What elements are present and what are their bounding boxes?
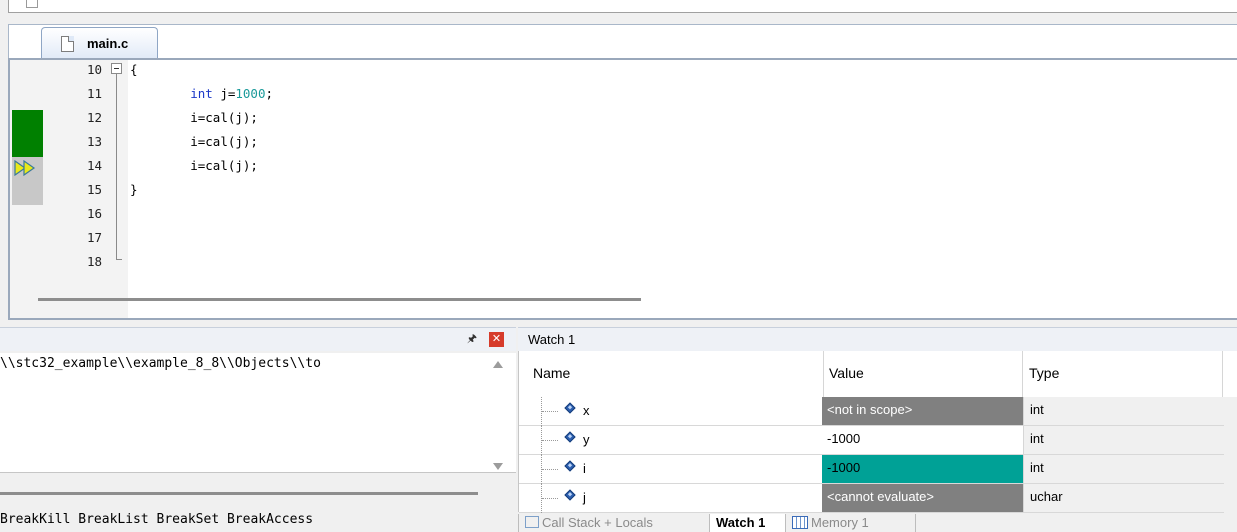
memory-icon — [792, 516, 808, 529]
tab-label: main.c — [87, 36, 129, 51]
watch-row[interactable]: y -1000 int — [519, 426, 1224, 455]
toolbar-strip-inner — [8, 0, 1237, 13]
editor-horizontal-scrollbar[interactable] — [38, 298, 641, 301]
line-number: 17 — [86, 230, 102, 245]
code-number: 1000 — [235, 86, 266, 101]
column-divider[interactable] — [1222, 351, 1223, 397]
code-line: i=cal(j); — [130, 134, 258, 149]
line-number: 13 — [86, 134, 102, 149]
checkbox-icon[interactable] — [26, 0, 38, 8]
code-editor[interactable]: 10 11 12 13 14 15 16 17 18 { int j=1000;… — [8, 58, 1237, 320]
tree-connector — [541, 426, 561, 455]
line-number: 16 — [86, 206, 102, 221]
watch-vertical-scrollbar[interactable] — [1224, 397, 1237, 512]
debug-tab-strip: Call Stack + Locals Watch 1 Memory 1 — [518, 514, 1237, 532]
command-horizontal-scrollbar[interactable] — [0, 492, 478, 495]
scroll-down-arrow-icon[interactable] — [493, 463, 503, 470]
fold-guide-end — [116, 259, 122, 260]
tab-label: Memory 1 — [811, 515, 869, 530]
line-number: 11 — [86, 86, 102, 101]
tab-watch-1[interactable]: Watch 1 — [710, 514, 786, 532]
watch-row-name: j — [583, 490, 586, 505]
watch-table: Name Value Type x <not in scope> int y -… — [518, 351, 1237, 513]
watch-row-value[interactable]: <not in scope> — [822, 397, 1023, 425]
line-number: 14 — [86, 158, 102, 173]
code-line: } — [130, 182, 138, 197]
tab-call-stack-locals[interactable]: Call Stack + Locals — [518, 514, 710, 532]
column-header-value[interactable]: Value — [829, 365, 864, 381]
line-number: 10 — [86, 62, 102, 77]
fold-collapse-icon[interactable] — [111, 63, 122, 74]
watch-row-value[interactable]: <cannot evaluate> — [822, 484, 1023, 512]
pin-icon[interactable]: 🖈 — [465, 332, 479, 346]
code-text: } — [130, 182, 138, 197]
line-number: 12 — [86, 110, 102, 125]
coverage-executed-marker — [12, 110, 43, 157]
code-line: { — [130, 62, 138, 77]
command-window-titlebar: 🖈 ✕ — [0, 327, 516, 351]
variable-icon — [564, 460, 576, 472]
watch-row[interactable]: j <cannot evaluate> uchar — [519, 484, 1224, 513]
variable-icon — [564, 431, 576, 443]
fold-guide — [116, 70, 117, 260]
watch-row-value[interactable]: -1000 — [822, 426, 1023, 454]
code-keyword: int — [190, 86, 213, 101]
close-icon[interactable]: ✕ — [489, 332, 504, 347]
column-divider[interactable] — [1022, 351, 1023, 397]
file-icon — [61, 36, 74, 52]
toolbar-strip — [0, 0, 1237, 18]
watch-row-value[interactable]: -1000 — [822, 455, 1023, 483]
command-output[interactable]: \\stc32_example\\example_8_8\\Objects\\t… — [0, 353, 516, 495]
variable-icon — [564, 402, 576, 414]
watch-row-name: y — [583, 432, 590, 447]
watch-window-titlebar: Watch 1 — [518, 327, 1237, 351]
command-output-text: \\stc32_example\\example_8_8\\Objects\\t… — [0, 356, 321, 371]
watch-row-type: int — [1023, 455, 1224, 483]
code-line: i=cal(j); — [130, 110, 258, 125]
code-text: i=cal(j); — [190, 158, 258, 173]
code-text: ; — [265, 86, 274, 101]
editor-window: main.c 10 11 12 13 14 15 16 17 18 { int … — [8, 24, 1237, 320]
command-hints: BreakKill BreakList BreakSet BreakAccess — [0, 512, 314, 527]
call-stack-icon — [525, 516, 539, 528]
watch-row[interactable]: i -1000 int — [519, 455, 1224, 484]
watch-row[interactable]: x <not in scope> int — [519, 397, 1224, 426]
code-text: j= — [212, 86, 236, 101]
current-line-arrow-icon — [14, 160, 36, 176]
line-number: 15 — [86, 182, 102, 197]
code-text: { — [130, 62, 138, 77]
watch-window: Watch 1 Name Value Type x <not in scope>… — [518, 327, 1237, 532]
code-line: i=cal(j); — [130, 158, 258, 173]
column-divider[interactable] — [823, 351, 824, 397]
tab-main-c[interactable]: main.c — [41, 27, 158, 61]
scroll-up-arrow-icon[interactable] — [493, 361, 503, 368]
variable-icon — [564, 489, 576, 501]
watch-window-title: Watch 1 — [528, 332, 576, 347]
column-header-type[interactable]: Type — [1029, 365, 1059, 381]
tree-connector — [541, 455, 561, 484]
tab-memory-1[interactable]: Memory 1 — [786, 514, 916, 532]
watch-row-name: x — [583, 403, 590, 418]
watch-row-name: i — [583, 461, 586, 476]
code-text: i=cal(j); — [190, 134, 258, 149]
command-window: 🖈 ✕ \\stc32_example\\example_8_8\\Object… — [0, 327, 516, 532]
code-text: i=cal(j); — [190, 110, 258, 125]
tree-connector — [541, 397, 561, 426]
watch-row-type: uchar — [1023, 484, 1224, 512]
code-line: int j=1000; — [130, 86, 273, 101]
tab-label: Call Stack + Locals — [542, 515, 653, 530]
tree-connector — [541, 484, 561, 513]
editor-tab-bar: main.c — [8, 24, 1237, 61]
watch-row-type: int — [1023, 426, 1224, 454]
tab-label: Watch 1 — [716, 515, 766, 530]
watch-row-type: int — [1023, 397, 1224, 425]
column-header-name[interactable]: Name — [533, 365, 570, 381]
line-number: 18 — [86, 254, 102, 269]
